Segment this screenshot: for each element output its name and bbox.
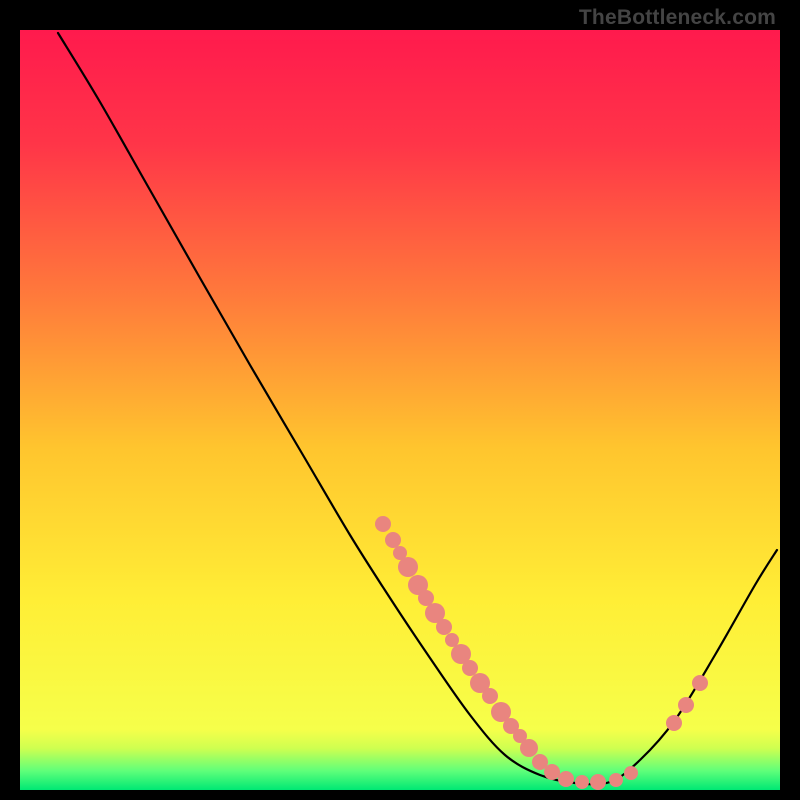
data-point: [520, 739, 538, 757]
data-point: [678, 697, 694, 713]
data-point: [398, 557, 418, 577]
data-point: [692, 675, 708, 691]
data-point: [436, 619, 452, 635]
data-point: [590, 774, 606, 790]
chart-area: [20, 30, 780, 790]
data-point: [624, 766, 638, 780]
data-point: [385, 532, 401, 548]
watermark-text: TheBottleneck.com: [579, 6, 776, 30]
data-point: [462, 660, 478, 676]
data-point: [558, 771, 574, 787]
data-point: [482, 688, 498, 704]
data-point: [575, 775, 589, 789]
data-point: [544, 764, 560, 780]
data-point: [375, 516, 391, 532]
chart-svg: [20, 30, 780, 790]
chart-background: [20, 30, 780, 790]
data-point: [666, 715, 682, 731]
data-point: [609, 773, 623, 787]
